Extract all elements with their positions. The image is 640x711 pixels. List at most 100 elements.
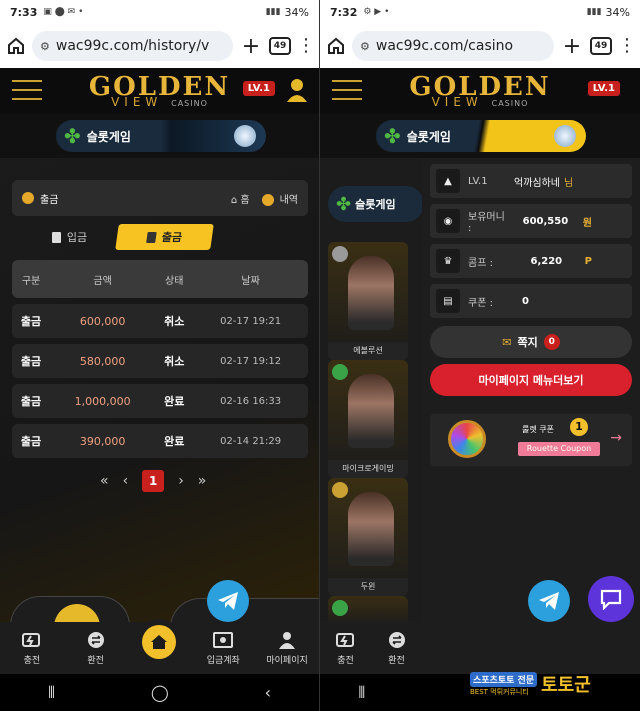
table-row: 출금 580,000 취소 02-17 19:12 bbox=[12, 344, 308, 378]
logo-line2: VIEW bbox=[111, 95, 163, 109]
history-link[interactable]: 내역 bbox=[261, 191, 298, 206]
recents-icon[interactable]: ⦀ bbox=[48, 683, 55, 703]
tab-count-button[interactable]: 49 bbox=[269, 37, 291, 55]
history-link-label: 내역 bbox=[279, 194, 298, 206]
cell-type: 출금 bbox=[12, 384, 51, 418]
game-card[interactable]: 에볼루션 bbox=[328, 242, 408, 360]
status-time: 7:32 bbox=[330, 5, 358, 19]
tab-withdraw-label: 출금 bbox=[160, 231, 183, 244]
watermark-brand: 토토군 bbox=[541, 675, 591, 696]
game-thumbnail bbox=[348, 374, 394, 448]
prev-page-button[interactable]: ‹ bbox=[123, 473, 129, 489]
signal-icon: ▮▮▮ bbox=[586, 7, 602, 17]
site-settings-icon[interactable]: ⚙ bbox=[360, 40, 370, 53]
new-tab-button[interactable]: + bbox=[239, 34, 263, 59]
comp-label: 콤프 : bbox=[468, 257, 493, 269]
back-icon[interactable]: ‹ bbox=[265, 683, 271, 702]
browser-menu-icon[interactable]: ⋮ bbox=[297, 37, 315, 55]
telegram-button[interactable] bbox=[207, 580, 249, 622]
house-icon: ⌂ bbox=[230, 194, 238, 206]
category-label: 슬롯게임 bbox=[406, 129, 451, 144]
comp-value: 6,220 bbox=[530, 255, 563, 267]
money-unit: 원 bbox=[582, 217, 592, 229]
recents-icon[interactable]: ⦀ bbox=[358, 683, 365, 703]
browser-home-icon[interactable] bbox=[326, 36, 346, 56]
nav-label: 마이페이지 bbox=[266, 655, 308, 666]
url-field[interactable]: ⚙ wac99c.com/casino bbox=[352, 31, 554, 61]
home-link[interactable]: ⌂ 홈 bbox=[231, 191, 250, 206]
cell-amount: 390,000 bbox=[50, 424, 156, 458]
nav-label: 입금계좌 bbox=[206, 655, 240, 666]
roulette-coupon-card[interactable]: 룰렛 쿠폰 1 Rouette Coupon → bbox=[430, 414, 632, 466]
nav-charge[interactable]: 충전 bbox=[0, 622, 64, 674]
nav-exchange[interactable]: 환전 bbox=[371, 622, 422, 674]
system-home-icon[interactable]: ◯ bbox=[151, 683, 169, 702]
user-icon[interactable] bbox=[287, 78, 307, 102]
game-list: ✤ 슬롯게임 에볼루션 마이크로게이밍 두윈 bbox=[320, 158, 424, 626]
cell-status: 취소 bbox=[155, 304, 194, 338]
coin-stack-icon: ◉ bbox=[436, 209, 460, 233]
slot-game-button[interactable]: ✤ 슬롯게임 bbox=[328, 186, 424, 222]
nav-home[interactable] bbox=[128, 622, 192, 674]
bottom-nav: 충전 환전 bbox=[320, 622, 422, 674]
left-screenshot: 7:33 ▣ ⬤ ✉ • ▮▮▮ 34% ⚙ wac99c.com/histor… bbox=[0, 0, 320, 711]
comp-unit: P bbox=[584, 255, 592, 267]
new-tab-button[interactable]: + bbox=[560, 34, 584, 59]
col-date: 날짜 bbox=[193, 260, 308, 298]
cell-type: 출금 bbox=[12, 304, 51, 338]
browser-home-icon[interactable] bbox=[6, 36, 26, 56]
diamond-icon bbox=[234, 125, 256, 147]
right-screenshot: 7:32 ⚙ ▶ • ▮▮▮ 34% ⚙ wac99c.com/casino +… bbox=[320, 0, 640, 711]
site-settings-icon[interactable]: ⚙ bbox=[40, 40, 50, 53]
url-field[interactable]: ⚙ wac99c.com/history/v bbox=[32, 31, 233, 61]
roulette-coupon-button[interactable]: Rouette Coupon bbox=[518, 442, 600, 456]
level-badge: LV.1 bbox=[587, 81, 620, 96]
first-page-button[interactable]: « bbox=[100, 473, 109, 489]
page-1-button[interactable]: 1 bbox=[142, 470, 165, 492]
charge-icon bbox=[335, 632, 354, 647]
nav-exchange[interactable]: 환전 bbox=[64, 622, 128, 674]
game-card[interactable]: 마이크로게이밍 bbox=[328, 360, 408, 478]
slot-game-category[interactable]: ✤ 슬롯게임 bbox=[376, 120, 586, 152]
tab-count-button[interactable]: 49 bbox=[590, 37, 612, 55]
status-battery: 34% bbox=[605, 5, 630, 19]
system-nav: ⦀ ◯ ‹ bbox=[0, 674, 319, 711]
next-page-button[interactable]: › bbox=[178, 473, 184, 489]
cell-status: 완료 bbox=[155, 384, 194, 418]
status-bar: 7:33 ▣ ⬤ ✉ • ▮▮▮ 34% bbox=[0, 0, 319, 24]
tab-deposit[interactable]: 입금 bbox=[22, 224, 117, 250]
hamburger-menu-icon[interactable] bbox=[332, 80, 362, 102]
provider-icon bbox=[332, 364, 348, 380]
chat-button[interactable] bbox=[588, 576, 634, 622]
game-card[interactable]: 두윈 bbox=[328, 478, 408, 596]
site-logo[interactable]: GOLDEN VIEW CASINO bbox=[409, 74, 550, 108]
cell-type: 출금 bbox=[12, 344, 51, 378]
withdraw-table: 구분 금액 상태 날짜 출금 600,000 취소 02-17 19:21 출금… bbox=[12, 254, 308, 464]
site-logo[interactable]: GOLDEN VIEW CASINO bbox=[89, 74, 230, 108]
last-page-button[interactable]: » bbox=[198, 473, 207, 489]
clover-icon: ✤ bbox=[64, 124, 81, 148]
home-link-label: 홈 bbox=[240, 194, 250, 206]
money-value: 600,550 bbox=[522, 215, 569, 227]
nav-charge[interactable]: 충전 bbox=[320, 622, 371, 674]
nav-label: 충전 bbox=[337, 655, 354, 666]
slot-game-category[interactable]: ✤ 슬롯게임 bbox=[56, 120, 266, 152]
envelope-icon: ✉ bbox=[502, 335, 512, 349]
telegram-button[interactable] bbox=[528, 580, 570, 622]
arrow-right-icon[interactable]: → bbox=[610, 430, 622, 446]
charge-icon bbox=[21, 632, 40, 647]
site-header: GOLDEN VIEW CASINO LV.1 bbox=[320, 68, 640, 114]
signal-icon: ▮▮▮ bbox=[265, 7, 281, 17]
document-icon bbox=[146, 231, 157, 243]
tab-withdraw[interactable]: 출금 bbox=[115, 224, 214, 250]
hamburger-menu-icon[interactable] bbox=[12, 80, 42, 102]
provider-icon bbox=[332, 482, 348, 498]
col-amount: 금액 bbox=[50, 260, 156, 298]
message-button[interactable]: ✉ 쪽지 0 bbox=[430, 326, 632, 358]
nav-account[interactable]: 입금계좌 bbox=[191, 622, 255, 674]
nav-mypage[interactable]: 마이페이지 bbox=[255, 622, 319, 674]
watermark: 스포츠토토 전문 BEST 먹튀커뮤니티 토토군 bbox=[470, 664, 640, 704]
browser-menu-icon[interactable]: ⋮ bbox=[618, 37, 636, 55]
mypage-menu-button[interactable]: 마이페이지 메뉴더보기 bbox=[430, 364, 632, 396]
game-caption: 두윈 bbox=[328, 578, 408, 596]
